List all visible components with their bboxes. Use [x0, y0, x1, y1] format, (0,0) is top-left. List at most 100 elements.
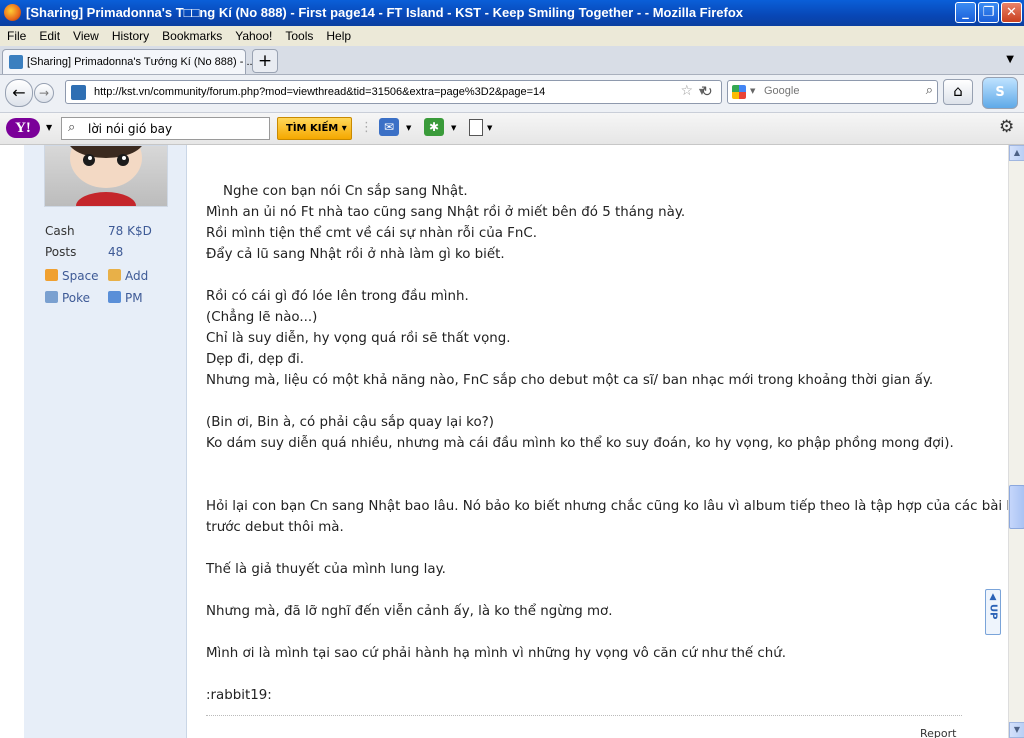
post-body: Nghe con bạn nói Cn sắp sang Nhật. Mình a…: [206, 181, 1008, 706]
yahoo-logo-icon[interactable]: Y!: [6, 118, 40, 138]
avatar[interactable]: [44, 145, 168, 207]
posts-label: Posts: [45, 245, 77, 259]
space-link[interactable]: Space: [45, 269, 99, 283]
menu-bar: File Edit View History Bookmarks Yahoo! Tools H…: [0, 26, 1024, 46]
menu-help[interactable]: Help: [319, 26, 357, 43]
post-line: Rồi mình tiện thể cmt về cái sự nhàn rỗi…: [206, 226, 537, 241]
home-icon: [45, 269, 58, 281]
poke-link-label: Poke: [62, 291, 91, 305]
author-sidebar: Cash 78 K$D Posts 48 Space Add Poke PM: [24, 145, 187, 738]
post-line: (Chẳng lẽ nào...): [206, 310, 318, 325]
home-icon[interactable]: ⌂: [943, 79, 973, 105]
menu-tools[interactable]: Tools: [278, 26, 319, 43]
handshake-icon: [108, 269, 121, 281]
post-line: Hỏi lại con bạn Cn sang Nhật bao lâu. Nó…: [206, 499, 1008, 514]
pm-link[interactable]: PM: [108, 291, 143, 305]
search-bar[interactable]: ▼ ⌕: [727, 80, 938, 104]
tab-list-dropdown-icon[interactable]: ▼: [1006, 54, 1014, 65]
magnifier-icon: ⌕: [68, 120, 76, 135]
close-button[interactable]: ✕: [1001, 2, 1022, 23]
yahoo-menu-dropdown-icon[interactable]: ▼: [46, 123, 52, 132]
page-content: Cash 78 K$D Posts 48 Space Add Poke PM N…: [0, 145, 1008, 738]
search-engine-dropdown-icon[interactable]: ▼: [750, 87, 755, 95]
address-bar[interactable]: http://kst.vn/community/forum.php?mod=vi…: [65, 80, 722, 104]
posts-value[interactable]: 48: [108, 245, 123, 259]
maximize-button[interactable]: ❐: [978, 2, 999, 23]
post-line: Thế là giả thuyết của mình lung lay.: [206, 562, 446, 577]
post-divider: [206, 715, 962, 716]
post-line: Dẹp đi, dẹp đi.: [206, 352, 305, 367]
yahoo-search-box[interactable]: ⌕: [61, 117, 270, 140]
vertical-scrollbar[interactable]: ▲ ▼: [1008, 145, 1024, 738]
site-favicon-icon: [9, 55, 23, 69]
skype-icon[interactable]: S: [982, 77, 1018, 109]
add-friend-link[interactable]: Add: [108, 269, 148, 283]
scroll-down-arrow-icon[interactable]: ▼: [1009, 722, 1024, 738]
post-line: :rabbit19:: [206, 688, 272, 703]
title-bar: [Sharing] Primadonna's T□□ng Kí (No 888)…: [0, 0, 1024, 26]
window-title: [Sharing] Primadonna's T□□ng Kí (No 888)…: [26, 5, 744, 20]
yahoo-search-button[interactable]: TÌM KIẾM ▾: [277, 117, 352, 140]
scroll-up-arrow-icon[interactable]: ▲: [1009, 145, 1024, 161]
settings-gear-icon[interactable]: ⚙: [999, 117, 1014, 137]
post-line: Rồi có cái gì đó lóe lên trong đầu mình.: [206, 289, 469, 304]
post-line: Nghe con bạn nói Cn sắp sang Nhật.: [206, 184, 468, 199]
menu-yahoo[interactable]: Yahoo!: [228, 26, 278, 43]
search-icon[interactable]: ⌕: [926, 83, 933, 98]
yahoo-search-input[interactable]: [86, 121, 268, 137]
post-line: Đẩy cả lũ sang Nhật rồi ở nhà làm gì ko …: [206, 247, 505, 262]
toolbar-separator-icon: ⋮: [360, 120, 373, 135]
post-line: Chỉ là suy diễn, hy vọng quá rồi sẽ thất…: [206, 331, 511, 346]
forward-arrow-icon[interactable]: →: [34, 83, 54, 103]
site-favicon-icon: [71, 85, 86, 100]
scrollbar-thumb[interactable]: [1009, 485, 1024, 529]
post-line: trước debut thôi mà.: [206, 520, 344, 535]
browser-tab[interactable]: [Sharing] Primadonna's Tướng Kí (No 888)…: [2, 49, 256, 74]
up-button-label: UP: [987, 604, 999, 620]
cash-value: 78 K$D: [108, 224, 152, 238]
back-arrow-icon[interactable]: ←: [5, 79, 33, 107]
apps-dropdown-icon[interactable]: ▼: [451, 124, 456, 132]
menu-history[interactable]: History: [105, 26, 155, 43]
post-line: Mình an ủi nó Ft nhà tao cũng sang Nhật …: [206, 205, 686, 220]
menu-file[interactable]: File: [0, 26, 32, 43]
apps-icon[interactable]: ✱: [424, 118, 444, 136]
yahoo-search-button-label: TÌM KIẾM: [286, 123, 339, 134]
space-link-label: Space: [62, 269, 99, 283]
page-icon[interactable]: [469, 119, 483, 136]
envelope-icon: [108, 291, 121, 303]
url-text: http://kst.vn/community/forum.php?mod=vi…: [94, 86, 546, 98]
post-line: (Bin ơi, Bin à, có phải cậu sắp quay lại…: [206, 415, 494, 430]
mail-icon[interactable]: ✉: [379, 118, 399, 136]
menu-edit[interactable]: Edit: [32, 26, 66, 43]
scroll-to-top-button[interactable]: ▲ UP: [985, 589, 1001, 635]
firefox-icon: [4, 4, 21, 21]
pm-link-label: PM: [125, 291, 143, 305]
yahoo-toolbar: Y! ▼ ⌕ TÌM KIẾM ▾ ⋮ ✉ ▼ ✱ ▼ ▼ ⚙: [0, 113, 1024, 145]
add-link-label: Add: [125, 269, 149, 283]
mail-dropdown-icon[interactable]: ▼: [406, 124, 411, 132]
reload-icon[interactable]: ↻: [701, 84, 713, 100]
minimize-button[interactable]: _: [955, 2, 976, 23]
post-line: Mình ơi là mình tại sao cứ phải hành hạ …: [206, 646, 787, 661]
menu-bookmarks[interactable]: Bookmarks: [155, 26, 228, 43]
up-arrow-icon: ▲: [989, 592, 997, 602]
poke-link[interactable]: Poke: [45, 291, 90, 305]
post-line: Nhưng mà, liệu có một khả năng nào, FnC …: [206, 373, 934, 388]
bookmark-star-icon[interactable]: ☆: [680, 83, 693, 99]
new-tab-button[interactable]: +: [252, 49, 278, 73]
report-link[interactable]: Report: [920, 727, 956, 738]
tab-title: [Sharing] Primadonna's Tướng Kí (No 888)…: [27, 56, 256, 68]
search-input[interactable]: [762, 84, 916, 98]
navigation-bar: ← → http://kst.vn/community/forum.php?mo…: [0, 75, 1024, 113]
google-icon[interactable]: [732, 85, 746, 99]
menu-view[interactable]: View: [66, 26, 105, 43]
page-dropdown-icon[interactable]: ▼: [487, 124, 492, 132]
